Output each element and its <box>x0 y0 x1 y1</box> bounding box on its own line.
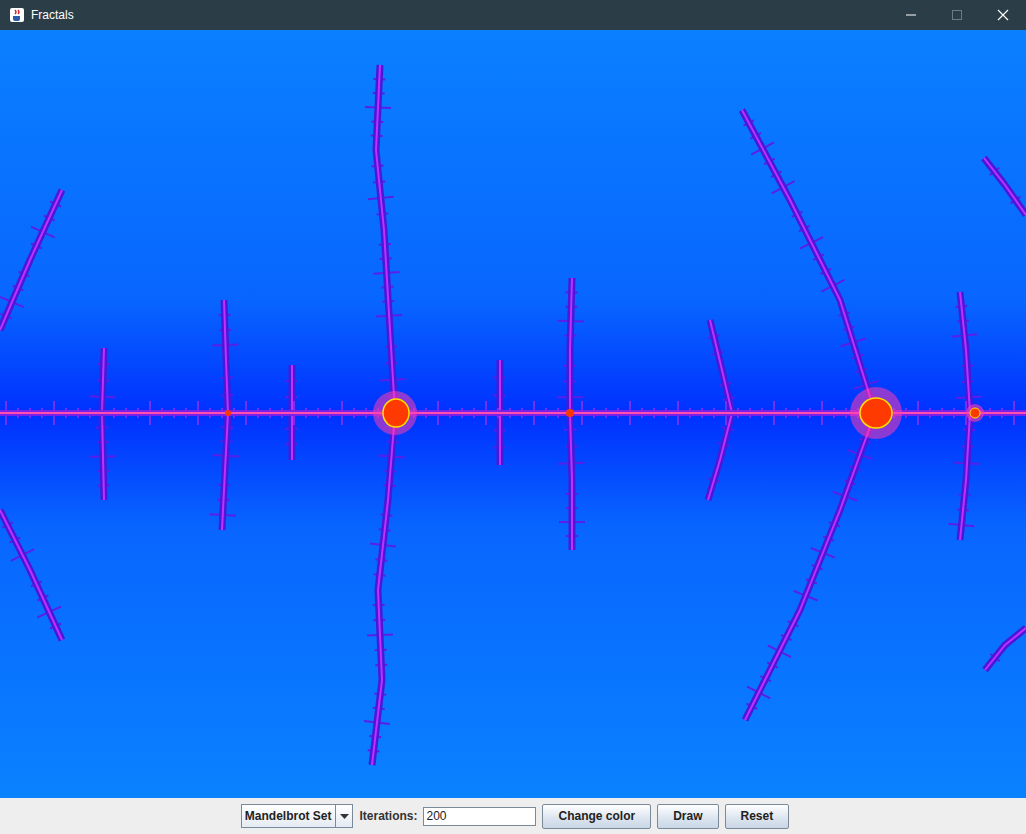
dropdown-arrow-button[interactable] <box>335 805 352 827</box>
fractal-select-value: Mandelbrot Set <box>242 805 336 827</box>
iterations-label: Iterations: <box>359 809 417 823</box>
minimize-button[interactable] <box>888 0 934 30</box>
java-cup-icon <box>9 7 25 23</box>
toolbar-button[interactable]: Change color <box>542 804 651 829</box>
toolbar-button[interactable]: Draw <box>657 804 718 829</box>
dropdown-arrow-icon <box>340 814 349 819</box>
toolbar-button[interactable]: Reset <box>725 804 790 829</box>
iterations-input[interactable] <box>423 807 536 826</box>
fractal-select[interactable]: Mandelbrot Set <box>241 804 354 828</box>
fractal-canvas[interactable] <box>0 30 1026 798</box>
maximize-button <box>934 0 980 30</box>
minimize-icon <box>905 9 917 21</box>
maximize-icon <box>951 9 963 21</box>
close-icon <box>997 9 1009 21</box>
window-title: Fractals <box>31 8 74 22</box>
control-bar: Mandelbrot Set Iterations: Change colorDra… <box>0 798 1026 834</box>
window: Fractals Mandelbrot Set Iterations: Change … <box>0 0 1026 834</box>
close-button[interactable] <box>980 0 1026 30</box>
title-bar: Fractals <box>0 0 1026 30</box>
mandelbrot-image <box>0 30 1026 798</box>
